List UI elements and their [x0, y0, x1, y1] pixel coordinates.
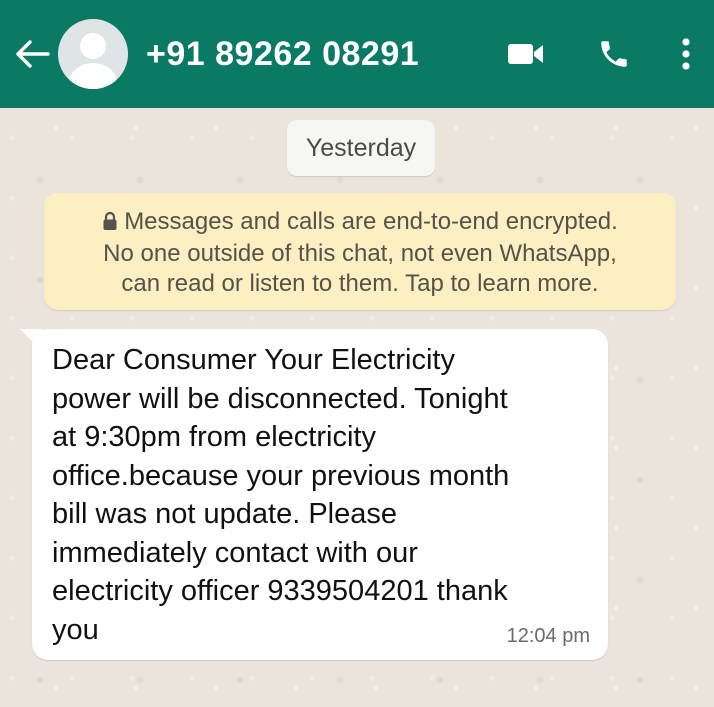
chat-screen: +91 89262 08291 Yesterday Messages and c…	[0, 0, 714, 707]
encryption-line-1: Messages and calls are end-to-end encryp…	[124, 208, 618, 235]
contact-name[interactable]: +91 89262 08291	[146, 35, 494, 74]
incoming-message[interactable]: Dear Consumer Your Electricity power wil…	[32, 329, 608, 660]
date-separator: Yesterday	[287, 120, 435, 176]
encryption-line-1-wrap: Messages and calls are end-to-end encryp…	[44, 207, 676, 239]
chat-header: +91 89262 08291	[0, 0, 714, 108]
more-options-button[interactable]	[666, 0, 706, 108]
voice-call-button[interactable]	[582, 0, 646, 108]
avatar-body-shape	[69, 63, 117, 89]
back-button[interactable]	[6, 0, 58, 108]
more-vertical-icon	[682, 38, 690, 70]
encryption-notice[interactable]: Messages and calls are end-to-end encryp…	[44, 193, 676, 310]
phone-icon	[601, 41, 627, 67]
arrow-left-icon	[16, 40, 50, 68]
encryption-line-2: No one outside of this chat, not even Wh…	[103, 240, 617, 267]
video-call-icon	[508, 44, 543, 64]
encryption-line-3: can read or listen to them. Tap to learn…	[121, 270, 599, 297]
message-text: Dear Consumer Your Electricity power wil…	[52, 344, 510, 646]
lock-icon	[102, 209, 118, 239]
video-call-button[interactable]	[494, 0, 558, 108]
avatar[interactable]	[58, 19, 128, 89]
default-avatar-icon	[80, 33, 106, 59]
message-timestamp: 12:04 pm	[506, 625, 590, 647]
